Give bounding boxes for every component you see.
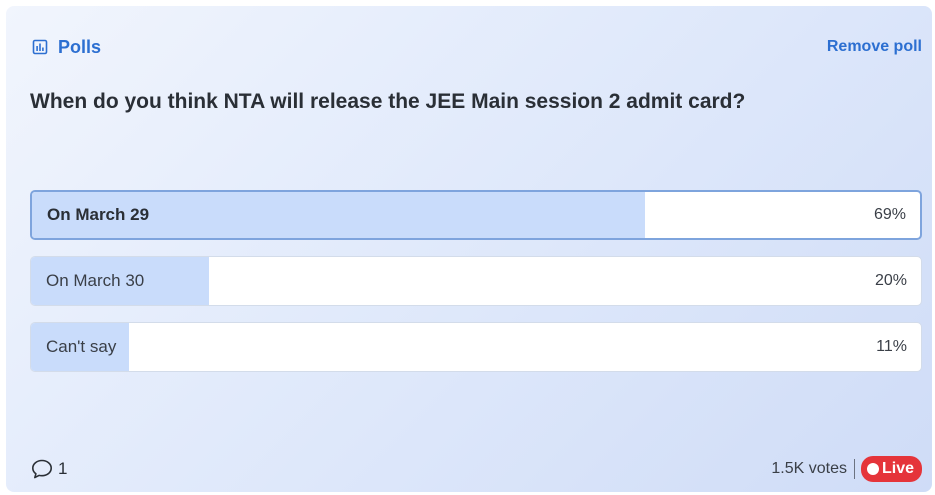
poll-option-percent: 11% xyxy=(876,338,907,355)
poll-question: When do you think NTA will release the J… xyxy=(30,90,746,113)
poll-option-percent: 20% xyxy=(874,272,907,289)
votes-count: 1.5K votes xyxy=(771,460,847,477)
live-label: Live xyxy=(881,460,914,477)
live-dot-icon xyxy=(866,463,879,475)
poll-options: On March 29 69% On March 30 20% Can't sa… xyxy=(30,190,922,388)
polls-title-text: Polls xyxy=(58,36,102,57)
poll-option-march-29[interactable]: On March 29 69% xyxy=(30,190,922,240)
remove-poll-button[interactable]: Remove poll xyxy=(827,38,922,56)
poll-option-percent: 69% xyxy=(873,206,906,223)
poll-option-march-30[interactable]: On March 30 20% xyxy=(30,256,922,306)
poll-option-label: Can't say xyxy=(46,337,117,356)
poll-header: Polls Remove poll xyxy=(32,36,922,58)
poll-option-label: On March 30 xyxy=(46,271,145,290)
poll-stats: 1.5K votes Live xyxy=(771,456,922,482)
divider xyxy=(853,459,855,479)
poll-option-label: On March 29 xyxy=(47,205,150,224)
comment-bubble-icon xyxy=(31,459,52,479)
poll-footer: 1 1.5K votes Live xyxy=(30,456,922,482)
live-badge: Live xyxy=(860,456,922,482)
poll-card: Polls Remove poll When do you think NTA … xyxy=(6,6,932,492)
poll-option-cant-say[interactable]: Can't say 11% xyxy=(30,322,922,372)
bar-chart-icon xyxy=(32,39,48,55)
comment-count: 1 xyxy=(58,459,68,478)
polls-title: Polls xyxy=(32,37,101,58)
comments-button[interactable]: 1 xyxy=(30,458,67,480)
